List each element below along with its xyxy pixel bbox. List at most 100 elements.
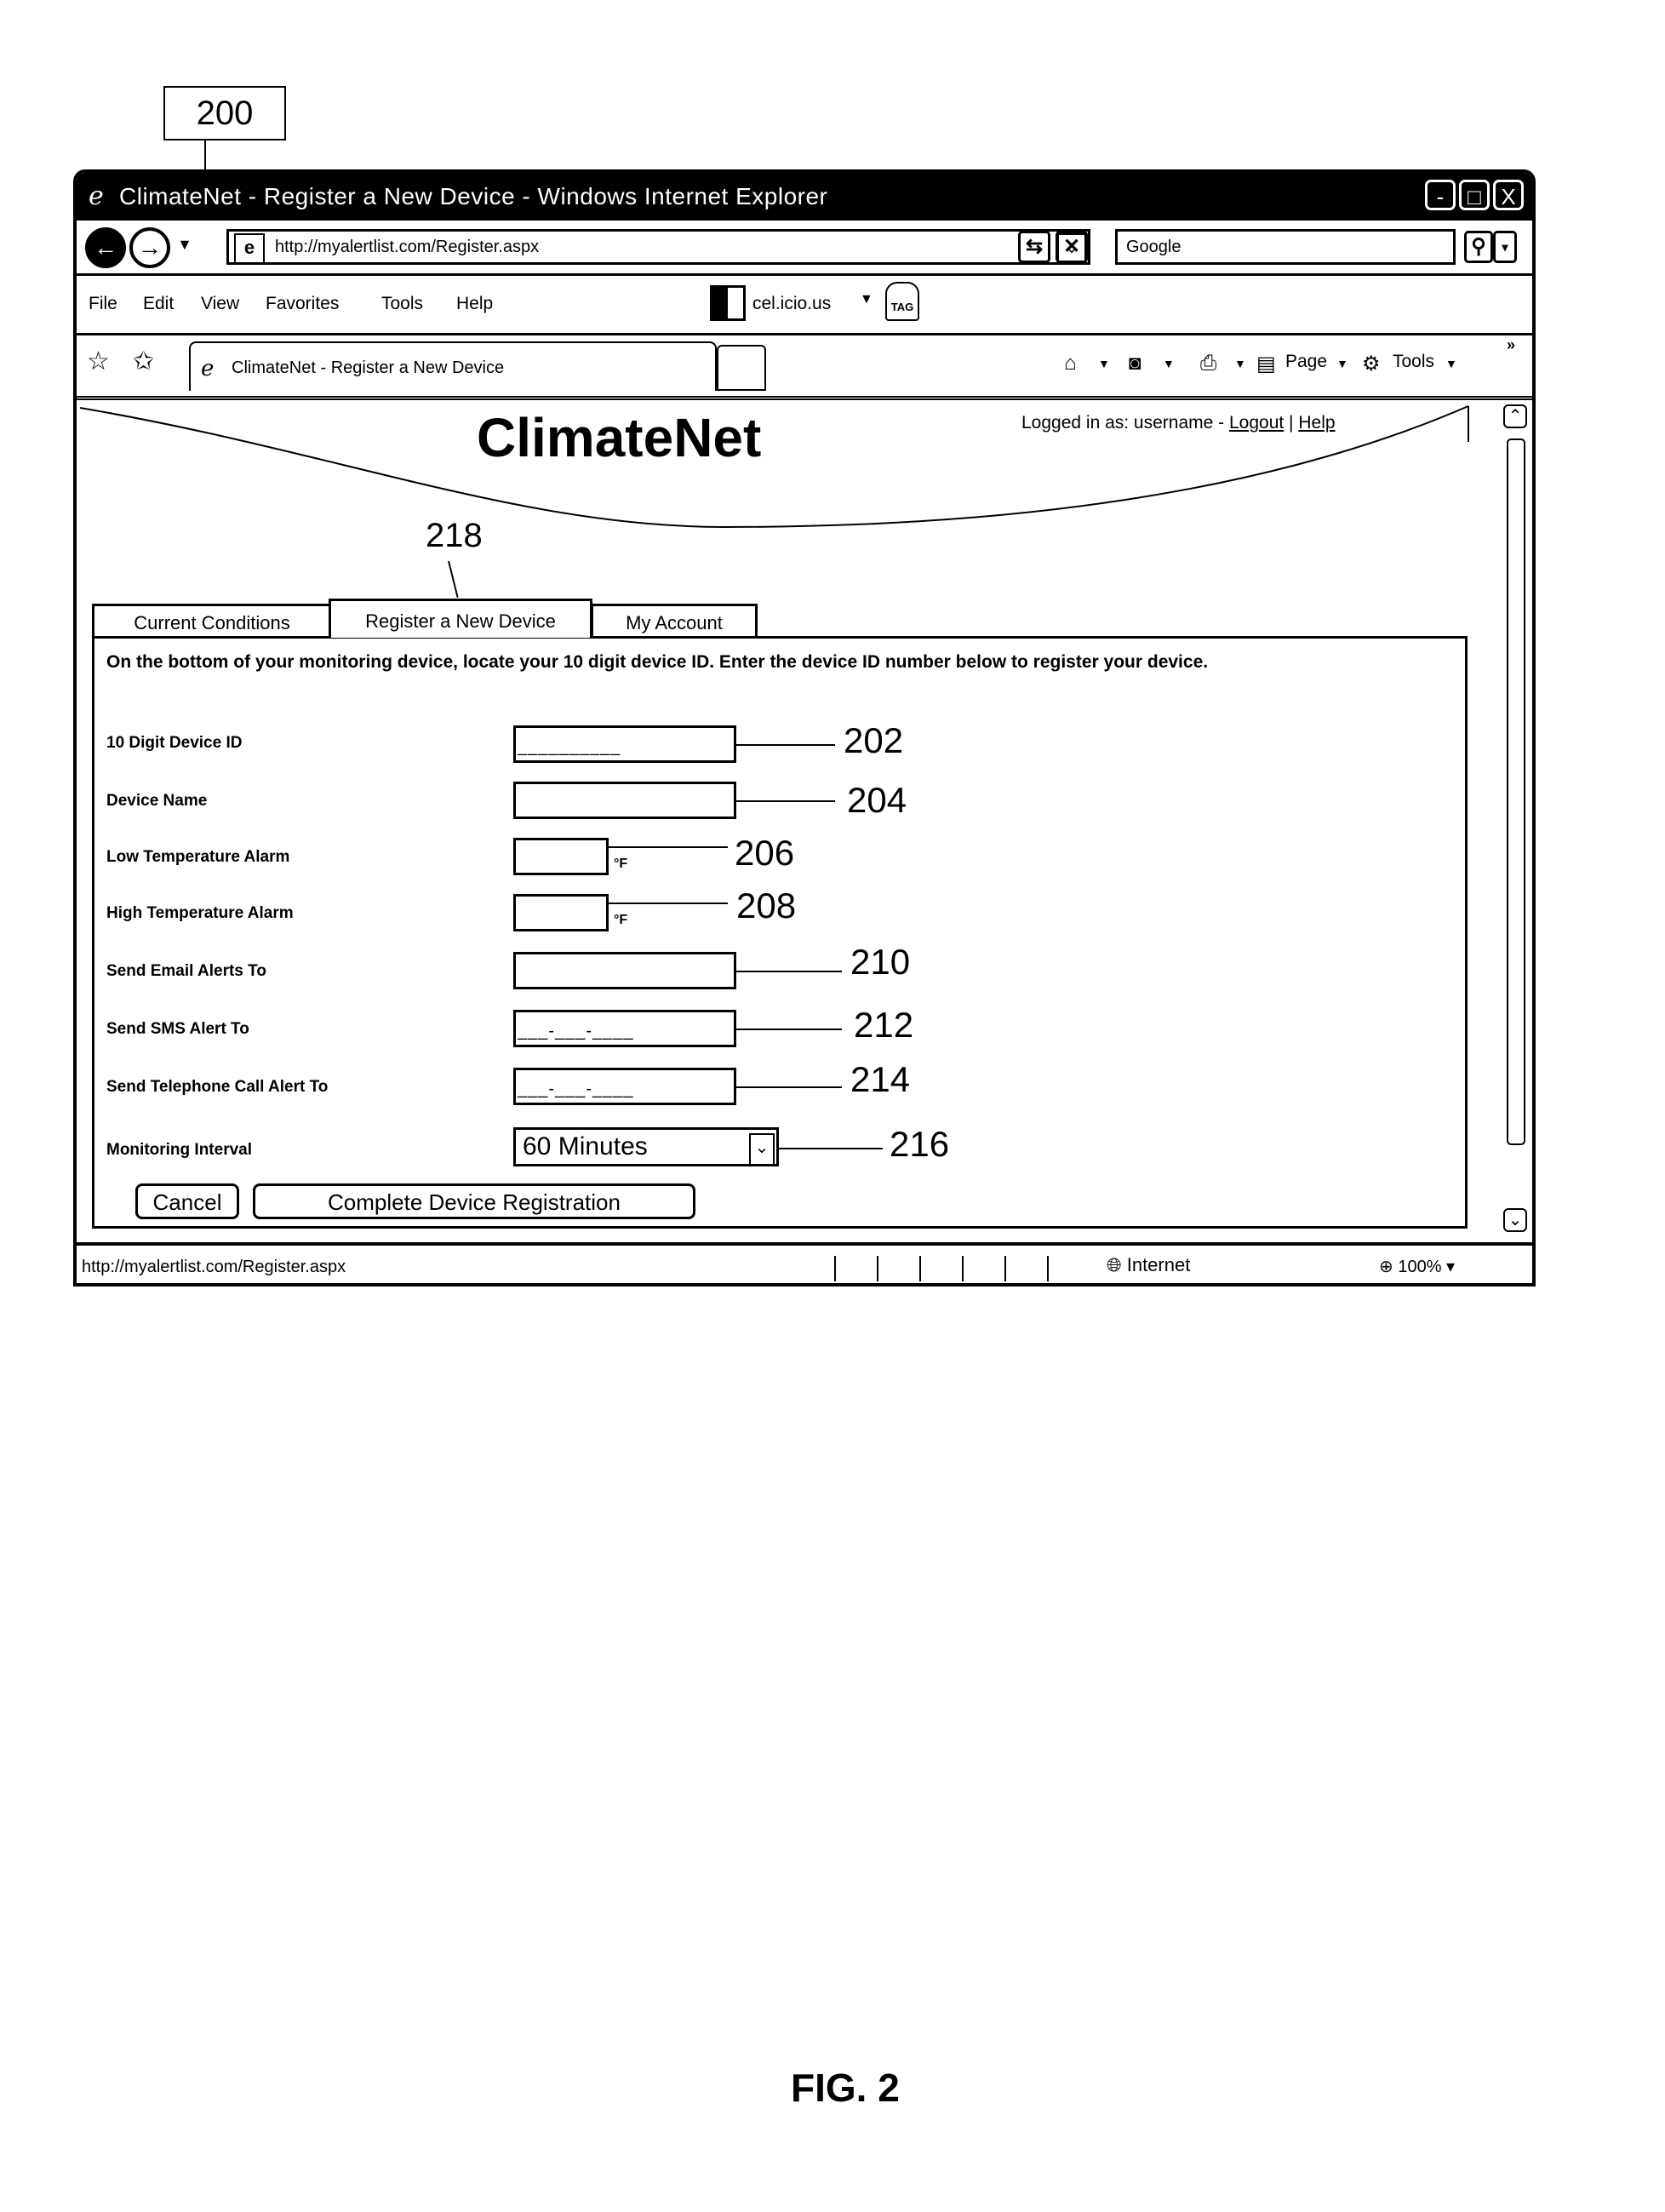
maximize-icon: □ <box>1468 184 1481 209</box>
tag-button[interactable]: TAG <box>885 282 919 321</box>
delicious-dropdown-icon[interactable]: ▼ <box>860 292 873 307</box>
status-url: http://myalertlist.com/Register.aspx <box>82 1258 346 1276</box>
scroll-thumb[interactable] <box>1507 438 1525 1145</box>
status-bar: http://myalertlist.com/Register.aspx 🌐︎ … <box>77 1242 1532 1290</box>
tab-current-conditions[interactable]: Current Conditions <box>92 604 332 638</box>
scroll-up-button[interactable]: ⌃ <box>1503 404 1527 428</box>
minimize-icon: - <box>1436 184 1445 209</box>
search-icon: ⚲ <box>1471 235 1486 258</box>
page-tab-icon: ℯ <box>201 355 215 381</box>
page-dropdown-icon[interactable]: ▼ <box>1336 357 1348 370</box>
feeds-icon[interactable]: ◙ <box>1129 352 1141 375</box>
cancel-button[interactable]: Cancel <box>135 1183 239 1219</box>
search-input[interactable]: Google <box>1115 229 1456 265</box>
help-link[interactable]: Help <box>1298 413 1335 433</box>
low-temp-input[interactable] <box>513 838 609 875</box>
device-name-input[interactable] <box>513 782 736 819</box>
phone-mask: ___-___-____ <box>518 1080 634 1098</box>
add-favorites-icon[interactable]: ✩ <box>133 347 154 376</box>
vertical-scrollbar[interactable]: ⌃ ⌄ <box>1503 404 1529 1232</box>
page-menu-button[interactable]: Page <box>1285 352 1327 372</box>
zoom-level[interactable]: ⊕ 100% ▾ <box>1379 1256 1455 1277</box>
sms-alert-input[interactable]: ___-___-____ <box>513 1010 736 1047</box>
menu-favorites[interactable]: Favorites <box>266 294 339 314</box>
user-info: Logged in as: username - Logout | Help <box>1021 413 1336 433</box>
back-button[interactable]: ← <box>85 227 126 268</box>
leader-line <box>779 1148 883 1149</box>
ref-208: 208 <box>736 885 797 925</box>
interval-selected: 60 Minutes <box>523 1132 648 1160</box>
recent-pages-dropdown[interactable]: ▼ <box>177 236 192 254</box>
interval-label: Monitoring Interval <box>106 1141 252 1159</box>
figure-reference-200: 200 <box>163 86 286 140</box>
menu-file[interactable]: File <box>89 294 117 314</box>
chevron-down-icon[interactable]: ⌄ <box>749 1133 775 1166</box>
print-dropdown-icon[interactable]: ▼ <box>1234 357 1246 370</box>
ref-214: 214 <box>850 1059 911 1099</box>
tab-register-new-device[interactable]: Register a New Device <box>329 599 592 638</box>
email-alert-label: Send Email Alerts To <box>106 962 266 980</box>
sms-alert-label: Send SMS Alert To <box>106 1020 249 1038</box>
status-divider <box>1047 1256 1049 1281</box>
print-icon[interactable]: ⎙ <box>1200 352 1216 375</box>
delicious-button[interactable]: cel.icio.us <box>752 294 831 314</box>
menu-view[interactable]: View <box>201 294 239 314</box>
device-id-label: 10 Digit Device ID <box>106 734 243 752</box>
menu-edit[interactable]: Edit <box>143 294 174 314</box>
chevron-down-icon: ⌄ <box>1508 1211 1523 1229</box>
interval-select[interactable]: 60 Minutes ⌄ <box>513 1127 779 1166</box>
device-id-input[interactable]: __________ <box>513 725 736 763</box>
browser-tab[interactable]: ℯ ClimateNet - Register a New Device <box>189 341 717 391</box>
minimize-button[interactable]: - <box>1425 180 1456 210</box>
email-alert-input[interactable] <box>513 952 736 989</box>
globe-icon: 🌐︎ <box>1107 1254 1127 1275</box>
tools-gear-icon: ⚙ <box>1362 352 1381 375</box>
ref-216: 216 <box>890 1124 950 1164</box>
tools-menu-button[interactable]: Tools <box>1393 352 1434 372</box>
forward-button[interactable]: → <box>129 227 170 268</box>
window-title: ClimateNet - Register a New Device - Win… <box>119 183 828 209</box>
close-button[interactable]: X <box>1493 180 1524 210</box>
status-divider <box>834 1256 836 1281</box>
status-divider <box>962 1256 964 1281</box>
refresh-icon: ⇆ <box>1025 235 1044 258</box>
status-divider <box>1004 1256 1006 1281</box>
tab-my-account[interactable]: My Account <box>591 604 758 638</box>
ref-202: 202 <box>844 720 904 760</box>
address-toolbar: ← → ▼ e http://myalertlist.com/Register.… <box>77 221 1532 276</box>
new-tab-button[interactable] <box>717 345 766 391</box>
menu-tools[interactable]: Tools <box>381 294 423 314</box>
phone-mask: ___-___-____ <box>518 1022 634 1040</box>
site-brand: ClimateNet <box>477 407 762 468</box>
stop-button[interactable]: ✕ <box>1056 231 1088 263</box>
title-bar: ℯ ClimateNet - Register a New Device - W… <box>77 173 1532 221</box>
high-temp-label: High Temperature Alarm <box>106 904 294 922</box>
refresh-button[interactable]: ⇆ <box>1018 231 1050 263</box>
internet-zone: 🌐︎ Internet <box>1107 1254 1190 1276</box>
tag-icon: TAG <box>890 301 914 313</box>
search-options-button[interactable]: ▾ <box>1493 231 1517 263</box>
leader-line <box>736 971 842 972</box>
search-button[interactable]: ⚲ <box>1464 231 1493 263</box>
address-bar[interactable]: e http://myalertlist.com/Register.aspx ⌄ <box>226 229 1090 265</box>
tab-reference-218: 218 <box>426 517 483 554</box>
menu-bar: File Edit View Favorites Tools Help cel.… <box>77 273 1532 335</box>
ref-204: 204 <box>847 780 907 820</box>
complete-registration-button[interactable]: Complete Device Registration <box>253 1183 695 1219</box>
feeds-dropdown-icon[interactable]: ▼ <box>1163 357 1175 370</box>
maximize-button[interactable]: □ <box>1459 180 1490 210</box>
home-dropdown-icon[interactable]: ▼ <box>1098 357 1110 370</box>
tools-dropdown-icon[interactable]: ▼ <box>1445 357 1457 370</box>
favorites-center-icon[interactable]: ☆ <box>87 347 110 376</box>
high-temp-input[interactable] <box>513 894 609 931</box>
logout-link[interactable]: Logout <box>1229 413 1284 433</box>
home-icon[interactable]: ⌂ <box>1064 352 1077 375</box>
scroll-down-button[interactable]: ⌄ <box>1503 1208 1527 1232</box>
intro-text: On the bottom of your monitoring device,… <box>106 652 1209 672</box>
zoom-value: 100% <box>1398 1258 1442 1276</box>
chevron-more-icon[interactable]: » <box>1507 336 1515 354</box>
phone-alert-input[interactable]: ___-___-____ <box>513 1068 736 1105</box>
delicious-icon <box>710 285 746 321</box>
menu-help[interactable]: Help <box>456 294 493 314</box>
tab-label: My Account <box>626 612 723 633</box>
